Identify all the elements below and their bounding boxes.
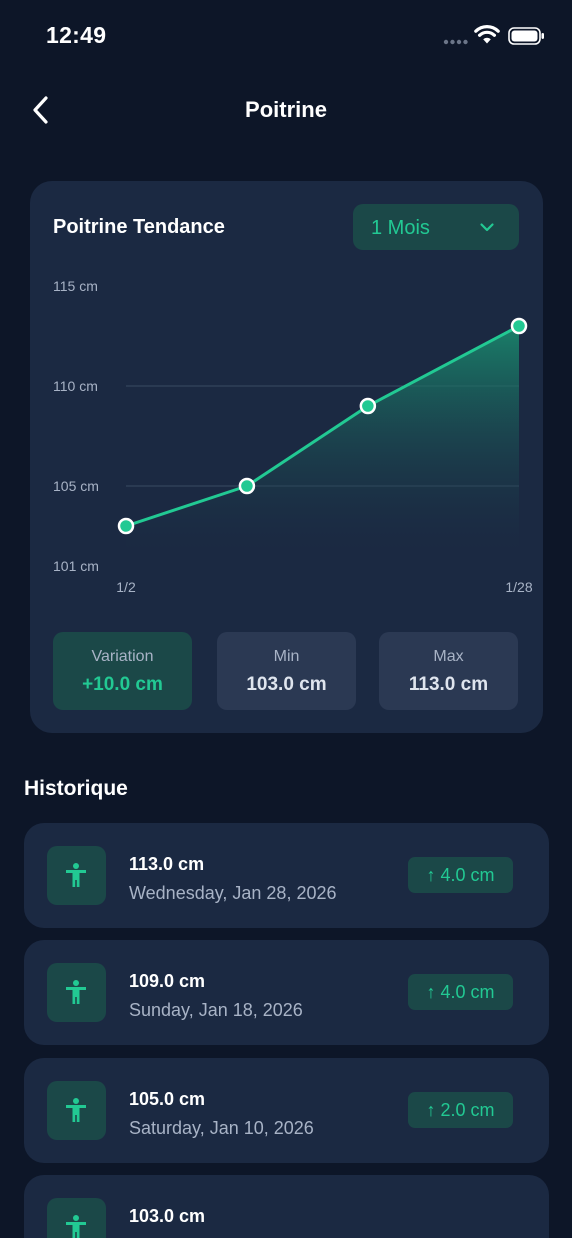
item-icon-box: [47, 1081, 106, 1140]
stat-max-label: Max: [433, 648, 464, 665]
stat-min-value: 103.0 cm: [246, 674, 327, 695]
trend-card: Poitrine Tendance 1 Mois 115 cm 110 cm 105…: [30, 181, 543, 733]
item-icon-box: [47, 963, 106, 1022]
person-icon: [66, 1098, 86, 1122]
change-badge: ↑ 4.0 cm: [408, 974, 513, 1010]
battery-icon: [508, 27, 544, 45]
history-item-value: 103.0 cm: [129, 1206, 206, 1226]
stat-variation: Variation +10.0 cm: [53, 632, 192, 710]
trend-chart: 115 cm 110 cm 105 cm 101 cm 1/2 1/28: [53, 278, 533, 595]
person-icon: [66, 1215, 86, 1238]
chart-data-point: [238, 477, 256, 495]
history-item-date: Wednesday, Jan 28, 2026: [129, 883, 337, 903]
arrow-up-icon: ↑: [426, 865, 436, 885]
history-item-date: Saturday, Jan 10, 2026: [129, 1118, 314, 1138]
history-item-date: Sunday, Jan 18, 2026: [129, 1000, 303, 1020]
history-item[interactable]: 103.0 cm: [24, 1175, 549, 1238]
y-tick-label: 115 cm: [53, 278, 98, 294]
x-tick-label: 1/28: [505, 579, 532, 595]
stat-max-value: 113.0 cm: [408, 674, 489, 695]
stat-variation-label: Variation: [91, 648, 154, 665]
person-icon: [66, 863, 86, 887]
person-icon: [66, 980, 86, 1004]
history-section-title: Historique: [24, 777, 128, 800]
item-icon-box: [47, 1198, 106, 1238]
history-item-value: 105.0 cm: [129, 1089, 206, 1109]
stats-row: Variation +10.0 cm Min 103.0 cm Max 113.…: [53, 632, 520, 710]
y-tick-label: 101 cm: [53, 558, 99, 574]
page-title: Poitrine: [245, 97, 327, 122]
chart-area-fill: [126, 326, 519, 551]
status-time: 12:49: [46, 22, 107, 48]
stat-min-label: Min: [273, 648, 300, 665]
change-badge: ↑ 2.0 cm: [408, 1092, 513, 1128]
chart-data-point: [510, 317, 528, 335]
history-item[interactable]: 105.0 cm Saturday, Jan 10, 2026 ↑ 2.0 cm: [24, 1058, 549, 1163]
history-item[interactable]: 113.0 cm Wednesday, Jan 28, 2026 ↑ 4.0 c…: [24, 823, 549, 928]
history-item-value: 109.0 cm: [129, 971, 206, 991]
chart-data-point: [117, 517, 135, 535]
arrow-up-icon: ↑: [426, 1100, 436, 1120]
change-badge-value: 4.0 cm: [440, 865, 495, 885]
y-tick-label: 105 cm: [53, 478, 99, 494]
y-tick-label: 110 cm: [53, 378, 98, 394]
stat-min: Min 103.0 cm: [217, 632, 356, 710]
history-item-value: 113.0 cm: [129, 854, 205, 874]
arrow-up-icon: ↑: [426, 982, 436, 1002]
x-tick-label: 1/2: [116, 579, 136, 595]
change-badge: ↑ 4.0 cm: [408, 857, 513, 893]
item-icon-box: [47, 846, 106, 905]
nav-bar: Poitrine: [0, 80, 572, 140]
change-badge-value: 4.0 cm: [440, 982, 495, 1002]
stat-variation-value: +10.0 cm: [82, 674, 163, 695]
wifi-icon: [474, 25, 500, 44]
cellular-signal-icon: [443, 39, 468, 45]
status-bar: 12:49: [0, 0, 572, 72]
change-badge-value: 2.0 cm: [440, 1100, 495, 1120]
history-item[interactable]: 109.0 cm Sunday, Jan 18, 2026 ↑ 4.0 cm: [24, 940, 549, 1045]
stat-max: Max 113.0 cm: [379, 632, 518, 710]
chart-data-point: [359, 397, 377, 415]
